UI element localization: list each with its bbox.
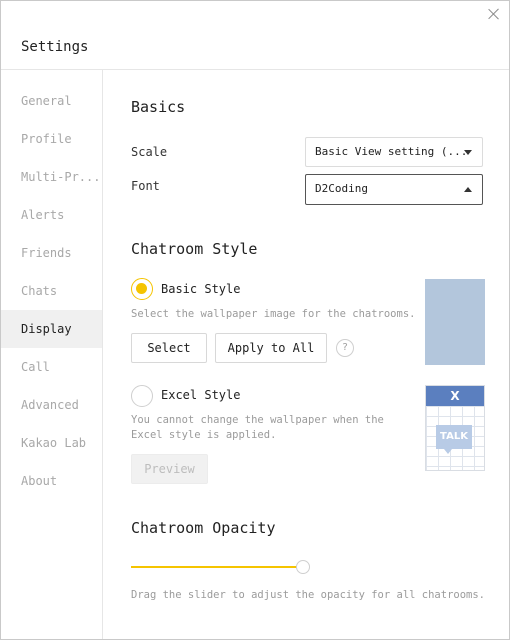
help-icon[interactable]: ? <box>336 339 354 357</box>
font-dropdown[interactable]: D2Coding <box>305 174 483 205</box>
chevron-down-icon <box>464 150 472 155</box>
sidebar-item-about[interactable]: About <box>1 462 102 500</box>
basic-style-description: Select the wallpaper image for the chatr… <box>131 308 416 320</box>
chatroom-opacity-heading: Chatroom Opacity <box>131 519 276 537</box>
excel-style-description: You cannot change the wallpaper when the… <box>131 414 384 441</box>
font-value: D2Coding <box>315 182 368 195</box>
excel-header-icon: X <box>426 386 484 406</box>
basics-heading: Basics <box>131 98 186 116</box>
basic-style-radio[interactable] <box>131 278 153 300</box>
wallpaper-preview[interactable] <box>425 279 485 365</box>
display-settings-panel: Basics Scale Basic View setting (... Fon… <box>103 70 509 639</box>
opacity-slider-track[interactable] <box>131 566 301 568</box>
sidebar-item-call[interactable]: Call <box>1 348 102 386</box>
sidebar: General Profile Multi-Pr... Alerts Frien… <box>1 70 103 639</box>
preview-button[interactable]: Preview <box>131 454 208 484</box>
basic-style-label: Basic Style <box>161 282 241 296</box>
sidebar-item-multi-profile[interactable]: Multi-Pr... <box>1 158 102 196</box>
window-title: Settings <box>21 39 89 55</box>
talk-bubble-icon: TALK <box>436 425 472 454</box>
chevron-up-icon <box>464 187 472 192</box>
sidebar-item-general[interactable]: General <box>1 82 102 120</box>
sidebar-item-friends[interactable]: Friends <box>1 234 102 272</box>
apply-to-all-button[interactable]: Apply to All <box>215 333 327 363</box>
select-wallpaper-button[interactable]: Select <box>131 333 207 363</box>
scale-value: Basic View setting (... <box>315 145 468 158</box>
sidebar-item-alerts[interactable]: Alerts <box>1 196 102 234</box>
scale-dropdown[interactable]: Basic View setting (... <box>305 137 483 167</box>
sidebar-item-kakao-lab[interactable]: Kakao Lab <box>1 424 102 462</box>
chatroom-style-heading: Chatroom Style <box>131 240 258 258</box>
opacity-description: Drag the slider to adjust the opacity fo… <box>131 589 486 601</box>
settings-window: Settings General Profile Multi-Pr... Ale… <box>0 0 510 640</box>
close-icon[interactable] <box>487 7 501 21</box>
scale-label: Scale <box>131 145 168 159</box>
sidebar-item-chats[interactable]: Chats <box>1 272 102 310</box>
excel-style-label: Excel Style <box>161 388 241 402</box>
excel-style-thumbnail: X TALK <box>425 385 485 471</box>
sidebar-item-display[interactable]: Display <box>1 310 102 348</box>
sidebar-item-profile[interactable]: Profile <box>1 120 102 158</box>
opacity-slider-thumb[interactable] <box>296 560 310 574</box>
sidebar-item-advanced[interactable]: Advanced <box>1 386 102 424</box>
excel-style-radio[interactable] <box>131 385 153 407</box>
font-label: Font <box>131 179 160 193</box>
